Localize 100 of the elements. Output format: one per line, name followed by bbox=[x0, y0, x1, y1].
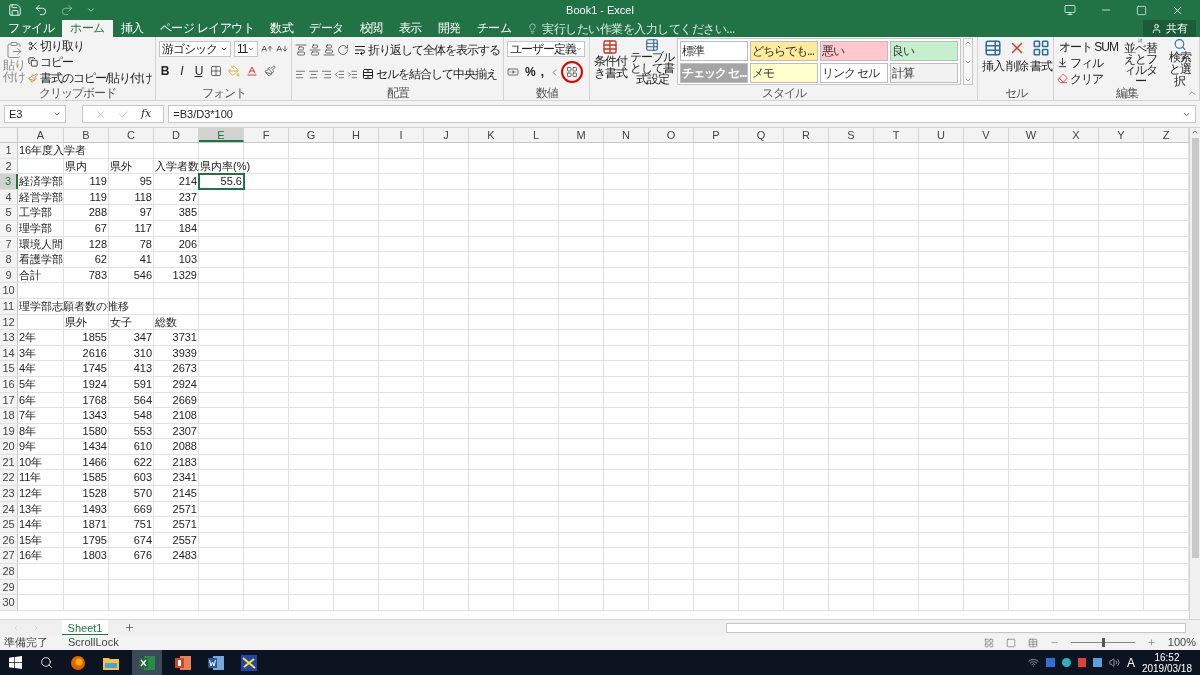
ribbon-tab[interactable]: ファイル bbox=[0, 20, 62, 37]
sort-filter-button[interactable]: 並べ替えとフィルター bbox=[1119, 37, 1162, 87]
ribbon-display-icon[interactable] bbox=[1064, 4, 1076, 16]
spreadsheet-app-icon[interactable] bbox=[139, 654, 155, 671]
name-box[interactable]: E3 bbox=[4, 105, 66, 123]
editing-item[interactable]: オート SUM bbox=[1057, 39, 1117, 54]
ribbon-tab[interactable]: 挿入 bbox=[112, 20, 152, 37]
font-name-dropdown[interactable]: 游ゴシック bbox=[159, 41, 231, 57]
column-header[interactable]: E bbox=[199, 128, 244, 142]
column-header[interactable]: J bbox=[424, 128, 469, 142]
column-header[interactable]: R bbox=[784, 128, 829, 142]
align-bottom-icon[interactable] bbox=[323, 44, 335, 56]
column-header[interactable]: A bbox=[18, 128, 64, 142]
ribbon-tab[interactable]: ホーム bbox=[62, 20, 113, 37]
scroll-up-icon[interactable] bbox=[964, 39, 972, 47]
conditional-format-button[interactable]: 条件付き書式 bbox=[593, 37, 627, 87]
vertical-scrollbar[interactable] bbox=[1189, 128, 1200, 619]
ribbon-tab[interactable]: 校閲 bbox=[351, 20, 391, 37]
borders-icon[interactable] bbox=[210, 65, 222, 77]
shrink-font-icon[interactable] bbox=[276, 43, 288, 55]
column-header[interactable]: V bbox=[964, 128, 1009, 142]
column-header[interactable]: X bbox=[1054, 128, 1099, 142]
column-header[interactable]: S bbox=[829, 128, 874, 142]
row-header[interactable]: 15 bbox=[0, 361, 18, 376]
number-format-dropdown[interactable]: ユーザー定義 bbox=[507, 41, 585, 57]
number-style-button[interactable]: , bbox=[540, 63, 543, 81]
row-header[interactable]: 22 bbox=[0, 470, 18, 486]
align-center-icon[interactable] bbox=[308, 68, 319, 80]
editing-item[interactable]: クリア bbox=[1057, 71, 1117, 86]
column-header[interactable]: U bbox=[919, 128, 964, 142]
more-icon[interactable] bbox=[964, 76, 972, 84]
format-as-table-button[interactable]: テーブルとして書式設定 bbox=[629, 37, 675, 87]
column-header[interactable]: I bbox=[379, 128, 424, 142]
column-header[interactable]: C bbox=[109, 128, 154, 142]
increase-indent-icon[interactable] bbox=[347, 68, 358, 80]
column-header[interactable]: L bbox=[514, 128, 559, 142]
column-header[interactable]: Y bbox=[1099, 128, 1144, 142]
cell-style-item[interactable]: メモ bbox=[750, 63, 818, 83]
row-header[interactable]: 13 bbox=[0, 330, 18, 345]
font-style-button[interactable]: I bbox=[176, 62, 187, 80]
formula-field[interactable]: =B3/D3*100 bbox=[168, 105, 1196, 123]
cell-style-item[interactable]: どちらでも... bbox=[750, 41, 818, 61]
align-middle-icon[interactable] bbox=[309, 44, 321, 56]
cells-button[interactable]: 削除 bbox=[1005, 39, 1028, 87]
cells-button[interactable]: 書式 bbox=[1029, 39, 1052, 87]
normal-view-icon[interactable] bbox=[983, 637, 994, 648]
zoom-slider[interactable] bbox=[1070, 638, 1135, 647]
clipboard-item[interactable]: 切り取り bbox=[27, 39, 152, 53]
fill-color-icon[interactable] bbox=[228, 65, 240, 77]
column-header[interactable]: H bbox=[334, 128, 379, 142]
align-left-icon[interactable] bbox=[295, 68, 306, 80]
column-header[interactable]: N bbox=[604, 128, 649, 142]
folder-icon[interactable] bbox=[103, 655, 119, 670]
ribbon-tab[interactable]: 表示 bbox=[390, 20, 430, 37]
browser-icon[interactable] bbox=[70, 654, 86, 671]
save-icon[interactable] bbox=[8, 3, 22, 17]
app-icon[interactable] bbox=[241, 654, 257, 671]
cell-style-item[interactable]: 悪い bbox=[820, 41, 888, 61]
column-header[interactable]: B bbox=[64, 128, 109, 142]
column-header[interactable]: Q bbox=[739, 128, 784, 142]
ribbon-tab[interactable]: 開発 bbox=[429, 20, 469, 37]
editing-item[interactable]: フィル bbox=[1057, 55, 1117, 70]
font-color-icon[interactable] bbox=[246, 65, 258, 77]
row-header[interactable]: 30 bbox=[0, 595, 18, 610]
row-header[interactable]: 20 bbox=[0, 439, 18, 454]
horizontal-scrollbar[interactable] bbox=[726, 622, 1186, 633]
add-sheet-icon[interactable] bbox=[124, 622, 135, 633]
ribbon-tab[interactable]: チーム bbox=[468, 20, 520, 37]
cell-style-item[interactable]: リンク セル bbox=[820, 63, 888, 83]
sheet-tab[interactable]: Sheet1 bbox=[62, 619, 108, 636]
row-header[interactable]: 10 bbox=[0, 283, 18, 298]
lightbulb-icon[interactable] bbox=[527, 23, 539, 34]
row-header[interactable]: 18 bbox=[0, 408, 18, 423]
zoom-thumb[interactable] bbox=[1101, 638, 1105, 647]
orientation-icon[interactable] bbox=[337, 44, 349, 56]
column-header[interactable]: M bbox=[559, 128, 604, 142]
document-app-icon[interactable] bbox=[208, 654, 224, 671]
redo-icon[interactable] bbox=[60, 3, 74, 17]
clipboard-item[interactable]: 書式のコピー/貼り付け bbox=[27, 71, 152, 85]
grow-font-icon[interactable] bbox=[261, 43, 273, 55]
collapse-ribbon-icon[interactable] bbox=[1187, 88, 1197, 98]
align-right-icon[interactable] bbox=[321, 68, 332, 80]
presentation-app-icon[interactable] bbox=[175, 654, 191, 671]
merge-center-button[interactable]: セルを結合して中央揃え bbox=[362, 65, 497, 83]
customize-icon[interactable] bbox=[86, 5, 96, 15]
row-header[interactable]: 25 bbox=[0, 517, 18, 532]
number-style-button[interactable]: % bbox=[525, 63, 535, 81]
clipboard-item[interactable]: コピー bbox=[27, 55, 152, 69]
tell-me-field[interactable]: 実行したい作業を入力してください... bbox=[542, 19, 735, 38]
undo-icon[interactable] bbox=[34, 3, 48, 17]
row-header[interactable]: 3 bbox=[0, 174, 18, 189]
row-header[interactable]: 5 bbox=[0, 205, 18, 220]
column-header[interactable]: W bbox=[1009, 128, 1054, 142]
cell-style-item[interactable]: 計算 bbox=[890, 63, 958, 83]
page-layout-icon[interactable] bbox=[1005, 637, 1016, 648]
column-header[interactable]: K bbox=[469, 128, 514, 142]
cell-style-item[interactable]: 標準 bbox=[680, 41, 748, 61]
column-header[interactable]: P bbox=[694, 128, 739, 142]
windows-logo-icon[interactable] bbox=[9, 656, 22, 669]
share-button[interactable]: 共有 bbox=[1143, 20, 1196, 37]
